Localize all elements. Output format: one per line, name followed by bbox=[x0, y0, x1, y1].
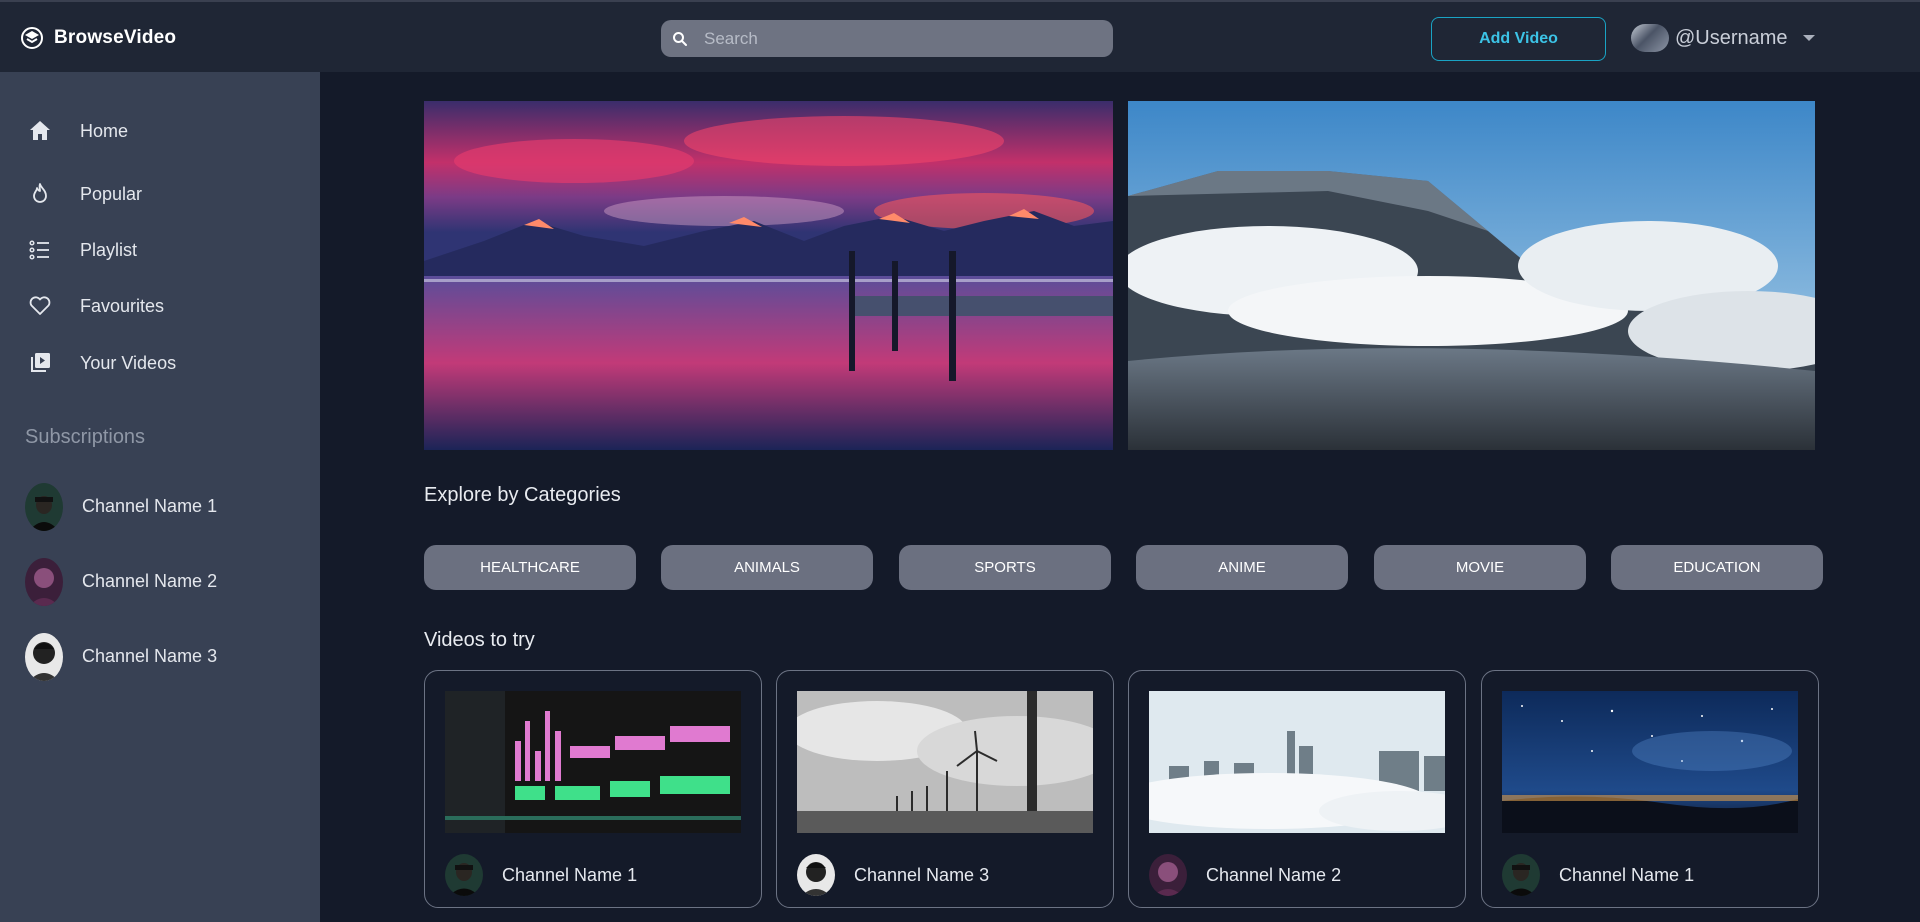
channel-avatar bbox=[25, 633, 63, 681]
sidebar-item-label: Favourites bbox=[80, 295, 165, 316]
videos-title: Videos to try bbox=[424, 629, 535, 651]
video-library-icon bbox=[31, 353, 50, 372]
subscription-item[interactable]: Channel Name 3 bbox=[0, 630, 320, 684]
username: @Username bbox=[1675, 26, 1788, 49]
channel-name[interactable]: Channel Name 1 bbox=[502, 865, 637, 886]
category-animals[interactable]: ANIMALS bbox=[661, 545, 873, 590]
video-card[interactable]: Channel Name 2 bbox=[1128, 670, 1466, 908]
video-card[interactable]: Channel Name 1 bbox=[1481, 670, 1819, 908]
chevron-down-icon[interactable] bbox=[1802, 33, 1816, 43]
sidebar-item-popular[interactable]: Popular bbox=[0, 171, 320, 217]
flame-icon bbox=[33, 183, 47, 203]
video-thumbnail[interactable] bbox=[1502, 691, 1798, 833]
channel-avatar[interactable] bbox=[1149, 854, 1187, 896]
add-video-button[interactable]: Add Video bbox=[1431, 17, 1606, 61]
sidebar-item-label: Popular bbox=[80, 183, 143, 204]
subscription-item[interactable]: Channel Name 1 bbox=[0, 480, 320, 534]
user-menu[interactable]: @Username bbox=[1631, 24, 1816, 52]
misty-mountain-image bbox=[1128, 101, 1815, 450]
channel-name[interactable]: Channel Name 2 bbox=[1206, 865, 1341, 886]
categories-title: Explore by Categories bbox=[424, 484, 621, 506]
category-education[interactable]: EDUCATION bbox=[1611, 545, 1823, 590]
featured-video-thumbnail[interactable] bbox=[1128, 101, 1815, 450]
sunset-lake-image bbox=[424, 101, 1113, 450]
channel-name: Channel Name 2 bbox=[82, 571, 218, 591]
list-icon bbox=[29, 240, 49, 260]
user-avatar bbox=[1631, 24, 1669, 52]
sidebar: Home Popular Playlist Favourites Your Vi… bbox=[0, 72, 320, 922]
top-bar: BrowseVideo Add Video @Username bbox=[0, 0, 1920, 72]
sidebar-item-your-videos[interactable]: Your Videos bbox=[0, 340, 320, 386]
category-anime[interactable]: ANIME bbox=[1136, 545, 1348, 590]
channel-avatar[interactable] bbox=[1502, 854, 1540, 896]
featured-video-thumbnail[interactable] bbox=[424, 101, 1113, 450]
search-bar[interactable] bbox=[661, 20, 1113, 57]
sidebar-item-label: Your Videos bbox=[80, 352, 177, 373]
video-card[interactable]: Channel Name 1 bbox=[424, 670, 762, 908]
heart-icon bbox=[29, 296, 51, 315]
app-name: BrowseVideo bbox=[54, 27, 177, 48]
sidebar-item-playlist[interactable]: Playlist bbox=[0, 227, 320, 273]
channel-avatar[interactable] bbox=[797, 854, 835, 896]
channel-name: Channel Name 3 bbox=[82, 646, 218, 666]
subscriptions-title: Subscriptions bbox=[25, 426, 146, 448]
video-thumbnail[interactable] bbox=[445, 691, 741, 833]
logo-icon bbox=[21, 27, 43, 49]
video-thumbnail[interactable] bbox=[1149, 691, 1445, 833]
video-thumbnail[interactable] bbox=[797, 691, 1093, 833]
subscription-item[interactable]: Channel Name 2 bbox=[0, 555, 320, 609]
brand[interactable]: BrowseVideo bbox=[20, 26, 176, 50]
category-sports[interactable]: SPORTS bbox=[899, 545, 1111, 590]
search-icon bbox=[673, 31, 687, 46]
category-movie[interactable]: MOVIE bbox=[1374, 545, 1586, 590]
category-healthcare[interactable]: HEALTHCARE bbox=[424, 545, 636, 590]
channel-avatar bbox=[25, 483, 63, 531]
channel-name[interactable]: Channel Name 1 bbox=[1559, 865, 1694, 886]
channel-name: Channel Name 1 bbox=[82, 496, 218, 516]
sidebar-item-favourites[interactable]: Favourites bbox=[0, 283, 320, 329]
channel-avatar bbox=[25, 558, 63, 606]
video-card[interactable]: Channel Name 3 bbox=[776, 670, 1114, 908]
sidebar-item-label: Home bbox=[80, 120, 129, 141]
sidebar-item-home[interactable]: Home bbox=[0, 108, 320, 154]
channel-avatar[interactable] bbox=[445, 854, 483, 896]
search-input[interactable] bbox=[704, 20, 1113, 57]
home-icon bbox=[30, 121, 50, 140]
sidebar-item-label: Playlist bbox=[80, 239, 138, 260]
channel-name[interactable]: Channel Name 3 bbox=[854, 865, 989, 886]
